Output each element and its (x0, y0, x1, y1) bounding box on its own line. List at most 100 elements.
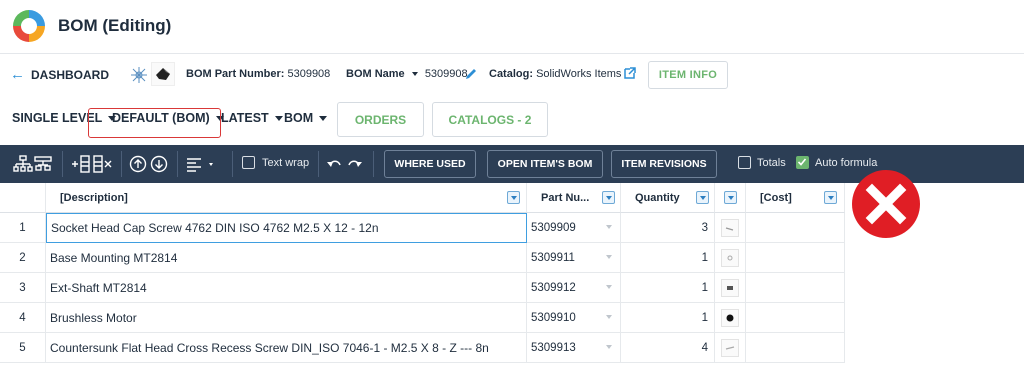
description-cell[interactable]: Socket Head Cap Screw 4762 DIN ISO 4762 … (46, 213, 527, 243)
app-logo-icon (13, 10, 45, 42)
description-cell[interactable]: Countersunk Flat Head Cross Recess Screw… (46, 333, 527, 363)
image-cell[interactable] (715, 303, 746, 333)
cost-cell[interactable] (746, 243, 845, 273)
row-number: 1 (0, 213, 46, 243)
checkmark-icon (797, 158, 807, 166)
app-header: BOM (Editing) (0, 0, 1024, 54)
description-cell[interactable]: Brushless Motor (46, 303, 527, 333)
text-align-icon[interactable] (185, 154, 219, 174)
image-cell[interactable] (715, 273, 746, 303)
filter-icon[interactable] (696, 191, 709, 204)
part-number-cell[interactable]: 5309909 (527, 213, 621, 243)
toolbar-divider (232, 151, 233, 177)
bom-part-number: BOM Part Number: 5309908 (186, 68, 330, 80)
filter-icon[interactable] (824, 191, 837, 204)
quantity-cell[interactable]: 1 (621, 273, 715, 303)
orders-button[interactable]: ORDERS (337, 102, 424, 137)
part-number-value: 5309910 (531, 311, 576, 324)
header-description-label: [Description] (60, 191, 128, 204)
item-revisions-button[interactable]: ITEM REVISIONS (611, 150, 717, 178)
where-used-button[interactable]: WHERE USED (384, 150, 476, 178)
cost-cell[interactable] (746, 213, 845, 243)
chevron-down-icon (274, 115, 283, 121)
hierarchy-expand-icon[interactable] (13, 154, 33, 174)
revision-dropdown-label: LATEST (221, 111, 269, 125)
bom-part-number-value: 5309908 (287, 68, 331, 80)
quantity-cell[interactable]: 1 (621, 303, 715, 333)
highlight-annotation-box (88, 108, 221, 138)
error-x-icon (852, 170, 920, 238)
cost-cell[interactable] (746, 333, 845, 363)
quantity-cell[interactable]: 4 (621, 333, 715, 363)
catalog-value: SolidWorks Items (536, 68, 622, 80)
part-number-cell[interactable]: 5309912 (527, 273, 621, 303)
quantity-cell[interactable]: 1 (621, 243, 715, 273)
image-cell[interactable] (715, 243, 746, 273)
auto-formula-checkbox[interactable] (796, 156, 809, 169)
part-number-cell[interactable]: 5309911 (527, 243, 621, 273)
part-number-value: 5309913 (531, 341, 576, 354)
part-thumbnail (151, 62, 175, 86)
page-title: BOM (Editing) (58, 16, 172, 35)
add-row-icon[interactable] (70, 154, 92, 174)
redo-icon[interactable] (347, 154, 363, 174)
part-number-cell[interactable]: 5309910 (527, 303, 621, 333)
chevron-down-icon (606, 255, 612, 259)
open-items-bom-button[interactable]: OPEN ITEM'S BOM (487, 150, 603, 178)
delete-row-icon[interactable] (92, 154, 114, 174)
header-part-number-label: Part Nu... (541, 191, 590, 204)
header-quantity[interactable]: Quantity (621, 183, 715, 213)
header-image[interactable] (715, 183, 746, 213)
hierarchy-collapse-icon[interactable] (33, 154, 53, 174)
row-number: 3 (0, 273, 46, 303)
text-wrap-checkbox[interactable] (242, 156, 255, 169)
quantity-cell[interactable]: 3 (621, 213, 715, 243)
totals-checkbox[interactable] (738, 156, 751, 169)
back-to-dashboard-button[interactable]: ← DASHBOARD (10, 67, 109, 82)
base-mounting-thumbnail-icon (721, 248, 739, 267)
revision-dropdown[interactable]: LATEST (221, 111, 283, 125)
header-part-number[interactable]: Part Nu... (527, 183, 621, 213)
header-quantity-label: Quantity (635, 191, 680, 204)
filter-icon[interactable] (724, 191, 737, 204)
external-link-icon[interactable] (623, 66, 637, 80)
assembly-thumbnail-icon (131, 67, 147, 83)
image-cell[interactable] (715, 333, 746, 363)
countersunk-screw-thumbnail-icon (721, 338, 739, 357)
description-cell[interactable]: Ext-Shaft MT2814 (46, 273, 527, 303)
bom-name: BOM Name 5309908 (346, 68, 468, 80)
type-dropdown[interactable]: BOM (284, 111, 328, 125)
text-wrap-label: Text wrap (262, 157, 310, 169)
cost-cell[interactable] (746, 273, 845, 303)
shaft-thumbnail-icon (721, 278, 739, 297)
motor-thumbnail-icon (721, 308, 739, 327)
cost-cell[interactable] (746, 303, 845, 333)
header-cost[interactable]: [Cost] (746, 183, 845, 213)
undo-icon[interactable] (326, 154, 342, 174)
header-description[interactable]: [Description] (46, 183, 527, 213)
bom-part-number-label: BOM Part Number: (186, 68, 285, 80)
catalogs-button[interactable]: CATALOGS - 2 (432, 102, 548, 137)
bom-name-caret-icon[interactable] (411, 71, 418, 76)
header-cost-label: [Cost] (760, 191, 792, 204)
toolbar-divider (373, 151, 374, 177)
image-cell[interactable] (715, 213, 746, 243)
part-image-icon (156, 68, 170, 80)
bom-name-value: 5309908 (424, 68, 468, 80)
item-info-button[interactable]: ITEM INFO (648, 61, 728, 89)
move-up-icon[interactable] (129, 154, 147, 174)
totals-label: Totals (757, 157, 786, 169)
edit-pencil-icon[interactable] (464, 67, 478, 81)
back-label: DASHBOARD (31, 67, 109, 82)
toolbar-divider (318, 151, 319, 177)
row-number: 5 (0, 333, 46, 363)
filter-icon[interactable] (507, 191, 520, 204)
part-number-cell[interactable]: 5309913 (527, 333, 621, 363)
move-down-icon[interactable] (150, 154, 168, 174)
description-cell[interactable]: Base Mounting MT2814 (46, 243, 527, 273)
arrow-left-icon: ← (10, 66, 25, 83)
part-number-value: 5309911 (531, 251, 575, 264)
chevron-down-icon (606, 225, 612, 229)
chevron-down-icon (319, 115, 328, 121)
filter-icon[interactable] (602, 191, 615, 204)
